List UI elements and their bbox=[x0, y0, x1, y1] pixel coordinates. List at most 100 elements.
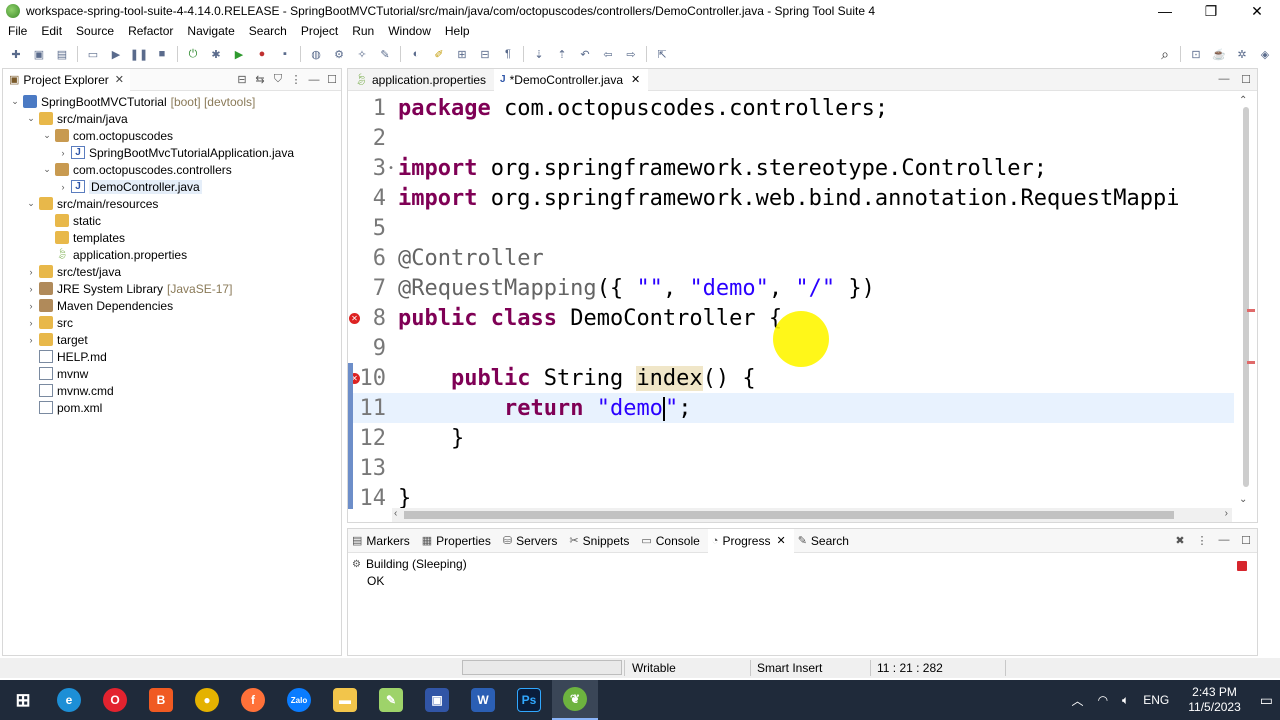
external-tools-icon[interactable]: ▪ bbox=[277, 46, 293, 62]
taskbar-chrome[interactable]: ● bbox=[184, 680, 230, 720]
word-wrap-icon[interactable]: ⊟ bbox=[477, 46, 493, 62]
show-whitespace-icon[interactable]: ¶ bbox=[500, 46, 516, 62]
pin-editor-icon[interactable]: ⇱ bbox=[654, 46, 670, 62]
next-annotation-icon[interactable]: ⇣ bbox=[531, 46, 547, 62]
close-icon[interactable]: ✕ bbox=[631, 73, 640, 86]
tree-item[interactable]: mvnw.cmd bbox=[3, 382, 341, 399]
editor-tab[interactable]: 🍃︎ application.properties bbox=[348, 69, 494, 91]
chevron-down-icon[interactable]: ⌄ bbox=[25, 113, 37, 124]
minimize-view-icon[interactable]: — bbox=[305, 74, 323, 86]
menu-window[interactable]: Window bbox=[388, 24, 431, 38]
maximize-editor-icon[interactable]: ☐ bbox=[1235, 73, 1257, 86]
menu-refactor[interactable]: Refactor bbox=[128, 24, 173, 38]
menu-edit[interactable]: Edit bbox=[41, 24, 62, 38]
menu-search[interactable]: Search bbox=[249, 24, 287, 38]
tree-item[interactable]: ⌄ SpringBootMVCTutorial [boot] [devtools] bbox=[3, 93, 341, 110]
chevron-right-icon[interactable]: › bbox=[25, 318, 37, 328]
chevron-down-icon[interactable]: ⌄ bbox=[25, 198, 37, 209]
menu-help[interactable]: Help bbox=[445, 24, 470, 38]
menu-file[interactable]: File bbox=[8, 24, 27, 38]
search-toolbar-icon[interactable]: ✎ bbox=[377, 46, 393, 62]
taskbar-spring-tool-suite[interactable]: ❦ bbox=[552, 680, 598, 720]
chevron-up-icon[interactable]: ︿ bbox=[1072, 692, 1084, 709]
taskbar-firefox[interactable]: f bbox=[230, 680, 276, 720]
chevron-right-icon[interactable]: › bbox=[57, 148, 69, 158]
tree-item[interactable]: ⌄ com.octopuscodes.controllers bbox=[3, 161, 341, 178]
code-line[interactable]: 11 return "demo"; bbox=[348, 393, 1234, 423]
toggle-mark-occurrences-icon[interactable]: ◐ bbox=[408, 46, 424, 62]
tab-console[interactable]: ▭ Console bbox=[637, 529, 707, 553]
tree-item[interactable]: › JRE System Library [JavaSE-17] bbox=[3, 280, 341, 297]
tab-progress[interactable]: ◔ Progress ✕ bbox=[707, 528, 794, 553]
tree-item[interactable]: HELP.md bbox=[3, 348, 341, 365]
wifi-icon[interactable]: ◠ bbox=[1098, 693, 1108, 707]
menu-run[interactable]: Run bbox=[352, 24, 374, 38]
resume-icon[interactable]: ▶ bbox=[108, 46, 124, 62]
taskbar-edge[interactable]: e bbox=[46, 680, 92, 720]
tree-item[interactable]: templates bbox=[3, 229, 341, 246]
debug-perspective-icon[interactable]: ✲ bbox=[1234, 46, 1250, 62]
clock[interactable]: 2:43 PM 11/5/2023 bbox=[1188, 685, 1241, 715]
debug-icon[interactable]: ✱ bbox=[208, 46, 224, 62]
taskbar-zalo[interactable]: Zalo bbox=[276, 680, 322, 720]
code-line[interactable]: 5 bbox=[348, 213, 1234, 243]
tab-snippets[interactable]: ✂ Snippets bbox=[565, 529, 637, 553]
tree-item[interactable]: › J SpringBootMvcTutorialApplication.java bbox=[3, 144, 341, 161]
tree-item[interactable]: › J DemoController.java bbox=[3, 178, 341, 195]
tree-item[interactable]: › target bbox=[3, 331, 341, 348]
last-edit-icon[interactable]: ↶ bbox=[577, 46, 593, 62]
minimize-view-icon[interactable]: — bbox=[1213, 534, 1235, 547]
code-line[interactable]: 14} bbox=[348, 483, 1234, 509]
run-icon[interactable]: ▶ bbox=[231, 46, 247, 62]
tab-servers[interactable]: ⛁ Servers bbox=[499, 529, 566, 553]
globe-icon[interactable]: ◍ bbox=[308, 46, 324, 62]
vertical-scrollbar[interactable]: ⌃ ⌄ bbox=[1235, 93, 1257, 507]
tab-project-explorer[interactable]: ▣ Project Explorer ✕ bbox=[3, 68, 130, 91]
menu-source[interactable]: Source bbox=[76, 24, 114, 38]
chevron-right-icon[interactable]: › bbox=[25, 284, 37, 294]
block-selection-icon[interactable]: ⊞ bbox=[454, 46, 470, 62]
maximize-view-icon[interactable]: ☐ bbox=[323, 73, 341, 86]
tree-item[interactable]: › Maven Dependencies bbox=[3, 297, 341, 314]
horizontal-scrollbar[interactable]: ‹ › bbox=[392, 508, 1232, 522]
new-java-class-icon[interactable]: ⚙ bbox=[331, 46, 347, 62]
tab-properties[interactable]: ▦ Properties bbox=[418, 529, 499, 553]
cursor-position-status[interactable]: 11 : 21 : 282 bbox=[877, 661, 943, 675]
chevron-down-icon[interactable]: ⌄ bbox=[9, 96, 21, 107]
tree-item[interactable]: 🍃︎ application.properties bbox=[3, 246, 341, 263]
spring-perspective-icon[interactable]: ◈ bbox=[1257, 46, 1273, 62]
open-perspective-icon[interactable]: ⊡ bbox=[1188, 46, 1204, 62]
code-area[interactable]: 1 package com.octopuscodes.controllers; 2 3… bbox=[348, 93, 1234, 509]
overview-error-marker[interactable] bbox=[1247, 309, 1255, 312]
tree-item[interactable]: ⌄ src/main/resources bbox=[3, 195, 341, 212]
notification-icon[interactable]: ▭ bbox=[1260, 692, 1273, 709]
scroll-thumb[interactable] bbox=[404, 511, 1174, 519]
close-icon[interactable]: ✕ bbox=[115, 73, 124, 86]
code-line[interactable]: ✕ 10 public String index() { bbox=[348, 363, 1234, 393]
close-window-button[interactable]: ✕ bbox=[1234, 0, 1280, 22]
suspend-icon[interactable]: ❚❚ bbox=[130, 46, 148, 62]
remove-all-finished-icon[interactable]: ✖ bbox=[1169, 534, 1191, 547]
chevron-right-icon[interactable]: › bbox=[25, 335, 37, 345]
minimize-editor-icon[interactable]: — bbox=[1213, 73, 1235, 86]
overview-error-marker[interactable] bbox=[1247, 361, 1255, 364]
restore-button[interactable]: ❐ bbox=[1188, 0, 1234, 22]
chevron-down-icon[interactable]: ⌄ bbox=[41, 164, 53, 175]
taskbar-photoshop[interactable]: Ps bbox=[506, 680, 552, 720]
coverage-icon[interactable]: ● bbox=[254, 46, 270, 62]
filter-icon[interactable]: ⛉ bbox=[269, 73, 287, 86]
code-line[interactable]: 12 } bbox=[348, 423, 1234, 453]
code-line[interactable]: 6 @Controller bbox=[348, 243, 1234, 273]
taskbar-opera[interactable]: O bbox=[92, 680, 138, 720]
start-button[interactable]: ⊞ bbox=[0, 680, 46, 720]
chevron-right-icon[interactable]: › bbox=[25, 267, 37, 277]
code-line[interactable]: 2 bbox=[348, 123, 1234, 153]
close-icon[interactable]: ✕ bbox=[776, 534, 785, 547]
tree-item[interactable]: ⌄ src/main/java bbox=[3, 110, 341, 127]
previous-annotation-icon[interactable]: ⇡ bbox=[554, 46, 570, 62]
taskbar-word[interactable]: W bbox=[460, 680, 506, 720]
java-perspective-icon[interactable]: ☕ bbox=[1211, 46, 1227, 62]
new-icon[interactable]: ✚ bbox=[8, 46, 24, 62]
tab-search[interactable]: ✎ Search bbox=[794, 529, 857, 553]
menu-project[interactable]: Project bbox=[301, 24, 338, 38]
